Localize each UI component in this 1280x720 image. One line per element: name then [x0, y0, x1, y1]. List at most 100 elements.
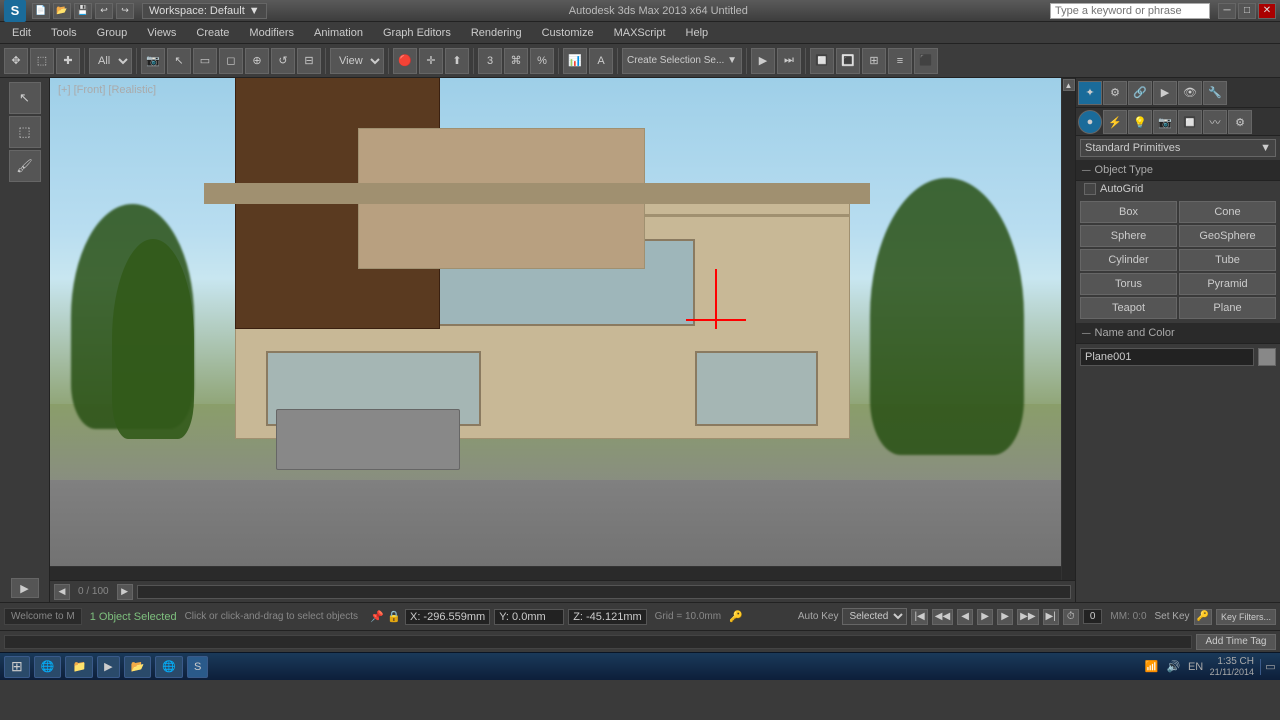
- color-swatch[interactable]: [1258, 348, 1276, 366]
- left-select-btn[interactable]: ↖: [9, 82, 41, 114]
- cone-btn[interactable]: Cone: [1179, 201, 1276, 223]
- selection-set-dropdown[interactable]: Create Selection Se... ▼: [622, 48, 742, 74]
- key-icon[interactable]: 🔑: [729, 610, 743, 624]
- geometry-btn[interactable]: ●: [1078, 110, 1102, 134]
- box-btn[interactable]: Box: [1080, 201, 1177, 223]
- folder-btn[interactable]: 📁: [65, 656, 93, 678]
- create-tab[interactable]: ✦: [1078, 81, 1102, 105]
- menu-modifiers[interactable]: Modifiers: [241, 25, 302, 41]
- left-play-btn[interactable]: ▶: [11, 578, 39, 598]
- search-input[interactable]: [1050, 3, 1210, 19]
- key-filters-btn[interactable]: Key Filters...: [1216, 609, 1276, 625]
- menu-graph-editors[interactable]: Graph Editors: [375, 25, 459, 41]
- cylinder-btn[interactable]: Cylinder: [1080, 249, 1177, 271]
- snap3-btn[interactable]: ⬆: [445, 48, 469, 74]
- systems-btn[interactable]: ⚙: [1228, 110, 1252, 134]
- lock-icon[interactable]: 🔒: [387, 610, 401, 624]
- menu-help[interactable]: Help: [678, 25, 717, 41]
- select-tool-btn[interactable]: ✥: [4, 48, 28, 74]
- selected-dropdown[interactable]: Selected: [842, 608, 907, 625]
- layer-dropdown[interactable]: All: [89, 48, 132, 74]
- next-key-btn[interactable]: ▶: [997, 609, 1013, 625]
- move-btn[interactable]: ✚: [56, 48, 80, 74]
- array-btn[interactable]: ⊞: [862, 48, 886, 74]
- step-btn[interactable]: ⏭: [777, 48, 801, 74]
- left-paint-btn[interactable]: 🖌: [9, 150, 41, 182]
- utilities-tab[interactable]: 🔧: [1203, 81, 1227, 105]
- menu-maxscript[interactable]: MAXScript: [606, 25, 674, 41]
- minimize-btn[interactable]: ─: [1218, 3, 1236, 19]
- ie-btn[interactable]: 🌐: [34, 656, 62, 678]
- region-select-btn[interactable]: ⬚: [30, 48, 54, 74]
- snap-btn[interactable]: 🔴: [393, 48, 417, 74]
- prev-frame-btn[interactable]: ◀◀: [932, 609, 953, 625]
- redo-btn[interactable]: ↪: [116, 3, 134, 19]
- close-btn[interactable]: ✕: [1258, 3, 1276, 19]
- view-dropdown[interactable]: View: [330, 48, 384, 74]
- add-time-tag-btn[interactable]: Add Time Tag: [1196, 634, 1276, 650]
- modify-tab[interactable]: ⚙: [1103, 81, 1127, 105]
- geosphere-btn[interactable]: GeoSphere: [1179, 225, 1276, 247]
- helpers-btn[interactable]: 🔲: [1178, 110, 1202, 134]
- menu-group[interactable]: Group: [89, 25, 136, 41]
- toolbar-icon2[interactable]: A: [589, 48, 613, 74]
- first-frame-btn[interactable]: |◀: [911, 609, 927, 625]
- menu-views[interactable]: Views: [139, 25, 184, 41]
- time-config-btn[interactable]: ⏱: [1063, 609, 1079, 625]
- undo-btn[interactable]: ↩: [95, 3, 113, 19]
- teapot-btn[interactable]: Teapot: [1080, 297, 1177, 319]
- timeline-prev-btn[interactable]: ◀: [54, 584, 70, 600]
- left-shape-btn[interactable]: ⬚: [9, 116, 41, 148]
- menu-tools[interactable]: Tools: [43, 25, 85, 41]
- snap-toggle[interactable]: 📌: [370, 610, 384, 624]
- open-file-btn[interactable]: 📂: [53, 3, 71, 19]
- prev-key-btn[interactable]: ◀: [957, 609, 973, 625]
- timeline-track[interactable]: [137, 585, 1071, 599]
- save-file-btn[interactable]: 💾: [74, 3, 92, 19]
- align-btn[interactable]: 🔳: [836, 48, 860, 74]
- box-btn[interactable]: ◻: [219, 48, 243, 74]
- menu-animation[interactable]: Animation: [306, 25, 371, 41]
- camera-btn[interactable]: 📷: [141, 48, 165, 74]
- maximize-btn[interactable]: □: [1238, 3, 1256, 19]
- tube-btn[interactable]: Tube: [1179, 249, 1276, 271]
- transform-btn[interactable]: ⊕: [245, 48, 269, 74]
- mirror-btn[interactable]: 🔲: [810, 48, 834, 74]
- workspace-dropdown[interactable]: Workspace: Default ▼: [142, 3, 267, 19]
- viewport-scroll-right[interactable]: ▲: [1061, 78, 1075, 580]
- rect-btn[interactable]: ▭: [193, 48, 217, 74]
- viewport-scroll-bottom[interactable]: [50, 566, 1061, 580]
- pyramid-btn[interactable]: Pyramid: [1179, 273, 1276, 295]
- shapes-btn[interactable]: ⚡: [1103, 110, 1127, 134]
- timeline-next-btn[interactable]: ▶: [117, 584, 133, 600]
- object-name-input[interactable]: [1080, 348, 1254, 366]
- plane-btn[interactable]: Plane: [1179, 297, 1276, 319]
- next-frame-btn[interactable]: ▶▶: [1017, 609, 1038, 625]
- percent2-btn[interactable]: %: [530, 48, 554, 74]
- autogrid-checkbox[interactable]: [1084, 183, 1096, 195]
- menu-edit[interactable]: Edit: [4, 25, 39, 41]
- sphere-btn[interactable]: Sphere: [1080, 225, 1177, 247]
- chrome-btn[interactable]: 🌐: [155, 656, 183, 678]
- play-anim-btn[interactable]: ▶: [977, 609, 993, 625]
- bottom-timeline-track[interactable]: [4, 635, 1192, 649]
- media-btn[interactable]: ▶: [97, 656, 119, 678]
- toolbar-icon1[interactable]: 📊: [563, 48, 587, 74]
- files-btn[interactable]: 📂: [124, 656, 152, 678]
- scale-btn[interactable]: ⊟: [297, 48, 321, 74]
- pointer-btn[interactable]: ↖: [167, 48, 191, 74]
- percent-btn[interactable]: 3: [478, 48, 502, 74]
- motion-tab[interactable]: ▶: [1153, 81, 1177, 105]
- menu-create[interactable]: Create: [188, 25, 237, 41]
- start-btn[interactable]: ⊞: [4, 656, 30, 678]
- cameras-btn[interactable]: 📷: [1153, 110, 1177, 134]
- primitives-dropdown[interactable]: Standard Primitives ▼: [1080, 139, 1276, 157]
- display-tab[interactable]: 👁: [1178, 81, 1202, 105]
- menu-rendering[interactable]: Rendering: [463, 25, 530, 41]
- edit-btn[interactable]: ⌘: [504, 48, 528, 74]
- layer-btn[interactable]: ≡: [888, 48, 912, 74]
- menu-customize[interactable]: Customize: [534, 25, 602, 41]
- last-frame-btn[interactable]: ▶|: [1043, 609, 1059, 625]
- 3dsmax-task-btn[interactable]: S: [187, 656, 208, 678]
- ribbon-btn[interactable]: ⬛: [914, 48, 938, 74]
